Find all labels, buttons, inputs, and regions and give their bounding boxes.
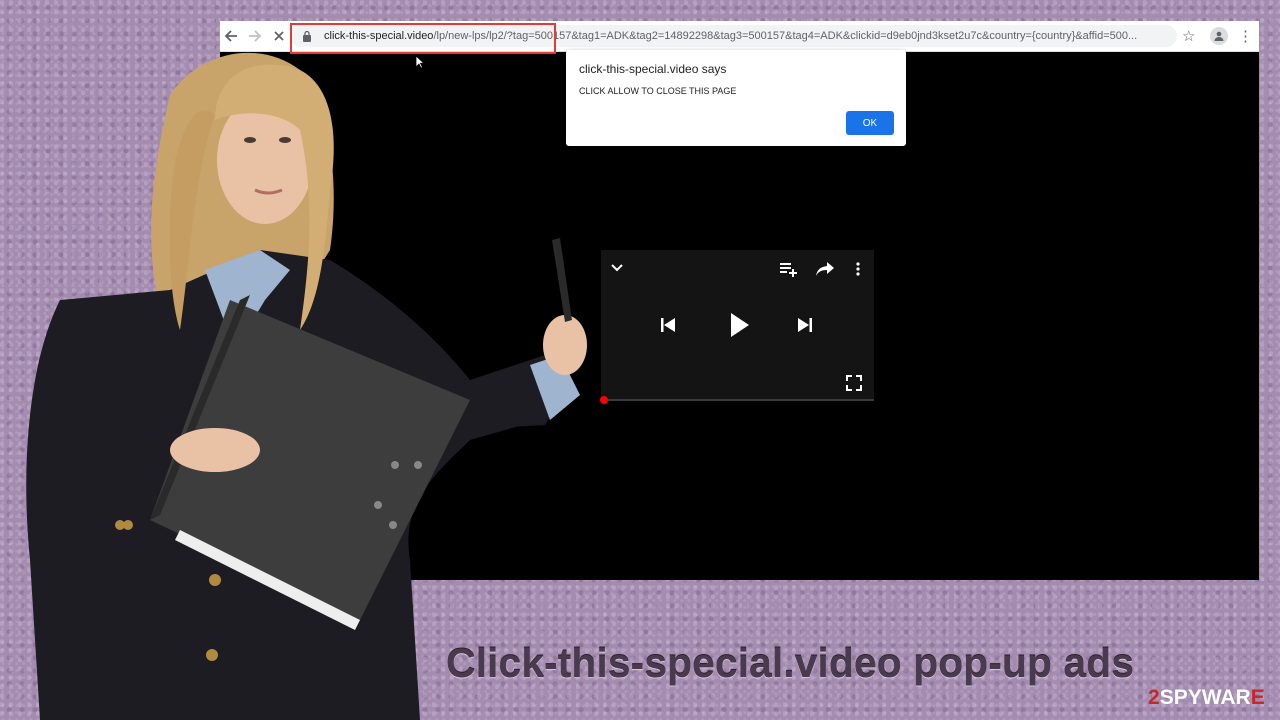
bookmark-star-icon[interactable]: ☆ xyxy=(1182,27,1195,45)
brand-logo: 2SPYWARE xyxy=(1148,686,1265,710)
profile-avatar-icon[interactable] xyxy=(1210,27,1228,45)
play-icon[interactable] xyxy=(726,312,752,338)
brand-suffix: E xyxy=(1250,686,1265,709)
brand-prefix: 2 xyxy=(1148,686,1160,709)
add-to-queue-icon[interactable] xyxy=(779,260,799,278)
share-icon[interactable] xyxy=(815,260,835,278)
article-title: Click-this-special.video pop-up ads xyxy=(446,640,1135,686)
video-player[interactable] xyxy=(601,250,874,400)
browser-menu-icon[interactable]: ⋮ xyxy=(1238,27,1253,45)
video-progress-bar[interactable] xyxy=(601,399,874,401)
previous-track-icon[interactable] xyxy=(659,316,677,334)
businesswoman-illustration xyxy=(26,52,587,720)
fullscreen-icon[interactable] xyxy=(845,374,863,392)
more-options-icon[interactable] xyxy=(851,260,865,278)
next-track-icon[interactable] xyxy=(796,316,814,334)
ok-button[interactable]: OK xyxy=(846,111,894,135)
brand-main: SPYWAR xyxy=(1159,686,1251,709)
